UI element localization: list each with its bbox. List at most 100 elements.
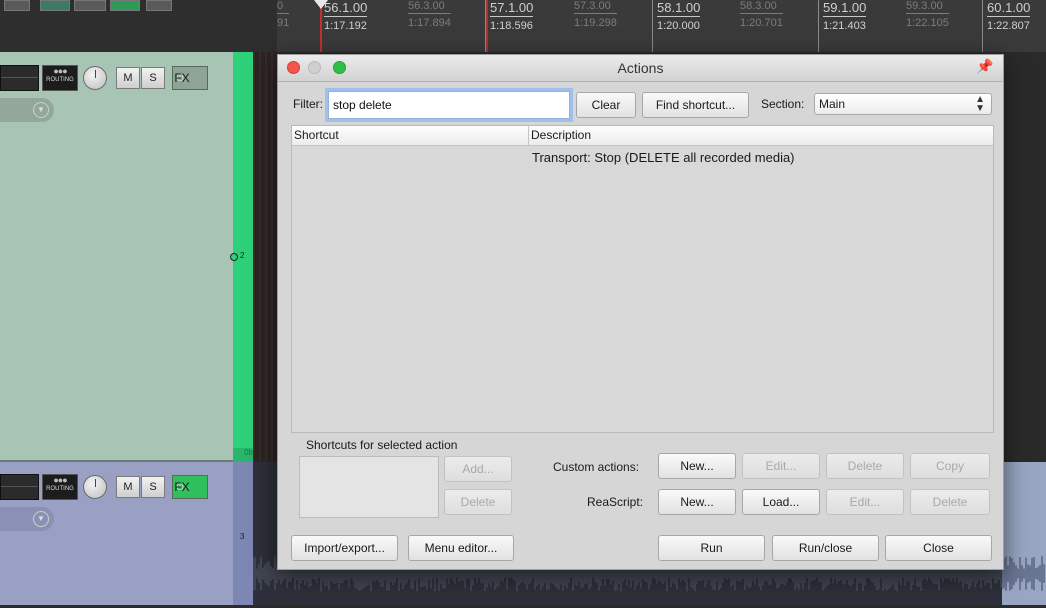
routing-label: ROUTING <box>46 77 74 83</box>
ruler-bar-label: 60.1.00 <box>987 0 1031 17</box>
solo-button[interactable]: S <box>141 67 165 89</box>
volume-knob-icon[interactable] <box>83 66 107 90</box>
ruler-gridline <box>652 0 653 52</box>
list-header: Shortcut Description <box>292 126 993 146</box>
reascript-delete-button[interactable]: Delete <box>910 489 990 515</box>
meter-handle-icon[interactable] <box>230 253 238 261</box>
ruler-time-label: 1:20.000 <box>657 20 700 32</box>
ruler-bar-label: 58.3.00 <box>740 0 783 14</box>
ruler-gridline <box>982 0 983 52</box>
custom-new-button[interactable]: New... <box>658 453 736 479</box>
import-export-button[interactable]: Import/export... <box>291 535 398 561</box>
envelope-toggle[interactable]: ▼ <box>0 98 54 122</box>
toolbar-button[interactable] <box>4 0 30 11</box>
meter-foot-label: 0b <box>244 448 253 457</box>
custom-copy-button[interactable]: Copy <box>910 453 990 479</box>
fx-button[interactable]: FX ⏻ <box>172 475 208 499</box>
filter-input[interactable] <box>328 91 570 119</box>
ruler-tick: 57.1.00 1:18.596 <box>490 0 534 32</box>
ruler-bar-label: 59.1.00 <box>823 0 867 17</box>
routing-button[interactable]: ●●● ROUTING <box>42 474 78 500</box>
toolbar-button[interactable] <box>110 0 140 11</box>
ruler-tick: 59.1.00 1:21.403 <box>823 0 867 32</box>
meter-footer: 0b <box>233 448 253 462</box>
column-separator[interactable] <box>528 126 529 145</box>
routing-label: ROUTING <box>46 486 74 492</box>
ruler-time-label: 1:21.403 <box>823 20 866 32</box>
ruler-time-label: 1:19.298 <box>574 17 617 29</box>
add-shortcut-button[interactable]: Add... <box>444 456 512 482</box>
toolbar-button[interactable] <box>146 0 172 11</box>
delete-shortcut-button[interactable]: Delete <box>444 489 512 515</box>
mute-button[interactable]: M <box>116 476 140 498</box>
ruler-time-label: 1:17.192 <box>324 20 367 32</box>
routing-icon: ●●● <box>53 66 67 76</box>
run-close-button[interactable]: Run/close <box>772 535 879 561</box>
timeline-ruler[interactable]: 0 91 56.1.00 1:17.192 56.3.00 1:17.894 57.1.00… <box>277 0 1046 53</box>
custom-edit-button[interactable]: Edit... <box>742 453 820 479</box>
ruler-time-label: 91 <box>277 17 290 29</box>
section-value: Main <box>819 97 846 111</box>
ruler-tick: 60.1.00 1:22.807 <box>987 0 1031 32</box>
envelope-toggle[interactable]: ▼ <box>0 507 54 531</box>
track-panel[interactable]: ●●● ROUTING M S FX ⏻ ▼ <box>0 52 233 462</box>
fx-button[interactable]: FX ⏻ <box>172 66 208 90</box>
run-button[interactable]: Run <box>658 535 765 561</box>
reascript-edit-button[interactable]: Edit... <box>826 489 904 515</box>
mute-button[interactable]: M <box>116 67 140 89</box>
toolbar-button[interactable] <box>40 0 70 11</box>
edit-cursor <box>486 0 488 52</box>
track-name-field[interactable] <box>0 474 39 500</box>
menu-editor-button[interactable]: Menu editor... <box>408 535 514 561</box>
actions-list[interactable]: Shortcut Description Transport: Stop (DE… <box>291 125 994 433</box>
fx-label: FX <box>174 480 190 494</box>
solo-button[interactable]: S <box>141 476 165 498</box>
ruler-bar-label: 57.1.00 <box>490 0 534 17</box>
fx-label: FX <box>174 71 190 85</box>
ruler-time-label: 1:20.701 <box>740 17 783 29</box>
track-meter[interactable]: 3 <box>233 462 253 605</box>
ruler-tick: 0 91 <box>277 0 290 29</box>
dialog-titlebar[interactable]: Actions 📌 <box>278 55 1003 82</box>
track-name-field[interactable] <box>0 65 39 91</box>
shortcuts-group-label: Shortcuts for selected action <box>306 438 458 452</box>
column-header-description[interactable]: Description <box>531 128 591 142</box>
reascript-load-button[interactable]: Load... <box>742 489 820 515</box>
ruler-bar-label: 56.3.00 <box>408 0 451 14</box>
audio-item-waveform[interactable] <box>1001 462 1046 605</box>
ruler-time-label: 1:22.105 <box>906 17 949 29</box>
ruler-tick: 56.3.00 1:17.894 <box>408 0 451 29</box>
volume-knob-icon[interactable] <box>83 475 107 499</box>
dialog-title: Actions <box>617 60 664 76</box>
waveform-graphic <box>1001 556 1045 591</box>
routing-button[interactable]: ●●● ROUTING <box>42 65 78 91</box>
custom-delete-button[interactable]: Delete <box>826 453 904 479</box>
close-button[interactable]: Close <box>885 535 992 561</box>
track-panel[interactable]: ●●● ROUTING M S FX ⏻ ▼ <box>0 462 233 605</box>
shortcut-list[interactable] <box>299 456 439 518</box>
action-description: Transport: Stop (DELETE all recorded med… <box>532 150 795 165</box>
section-select[interactable]: Main ▲ ▼ <box>814 93 992 115</box>
playhead-marker-icon[interactable] <box>314 0 328 9</box>
reascript-label: ReaScript: <box>587 495 644 509</box>
toolbar-button[interactable] <box>74 0 106 11</box>
chevron-down-icon: ▼ <box>33 102 49 118</box>
track-meter[interactable]: 2 <box>230 52 253 462</box>
shortcuts-group: Shortcuts for selected action Add... Del… <box>291 438 516 528</box>
clear-button[interactable]: Clear <box>576 92 636 118</box>
find-shortcut-button[interactable]: Find shortcut... <box>642 92 749 118</box>
column-header-shortcut[interactable]: Shortcut <box>294 128 339 142</box>
filter-label: Filter: <box>293 97 323 111</box>
reascript-new-button[interactable]: New... <box>658 489 736 515</box>
chevron-down-icon: ▼ <box>33 511 49 527</box>
ruler-time-label: 1:17.894 <box>408 17 451 29</box>
pin-icon[interactable]: 📌 <box>976 58 993 76</box>
routing-icon: ●●● <box>53 475 67 485</box>
track-number: 2 <box>240 251 245 260</box>
ruler-bar-label: 0 <box>277 0 290 14</box>
ruler-time-label: 1:18.596 <box>490 20 533 32</box>
track-lane[interactable] <box>253 52 278 462</box>
ruler-tick: 58.3.00 1:20.701 <box>740 0 783 29</box>
ruler-tick: 57.3.00 1:19.298 <box>574 0 617 29</box>
table-row[interactable]: Transport: Stop (DELETE all recorded med… <box>292 147 993 167</box>
